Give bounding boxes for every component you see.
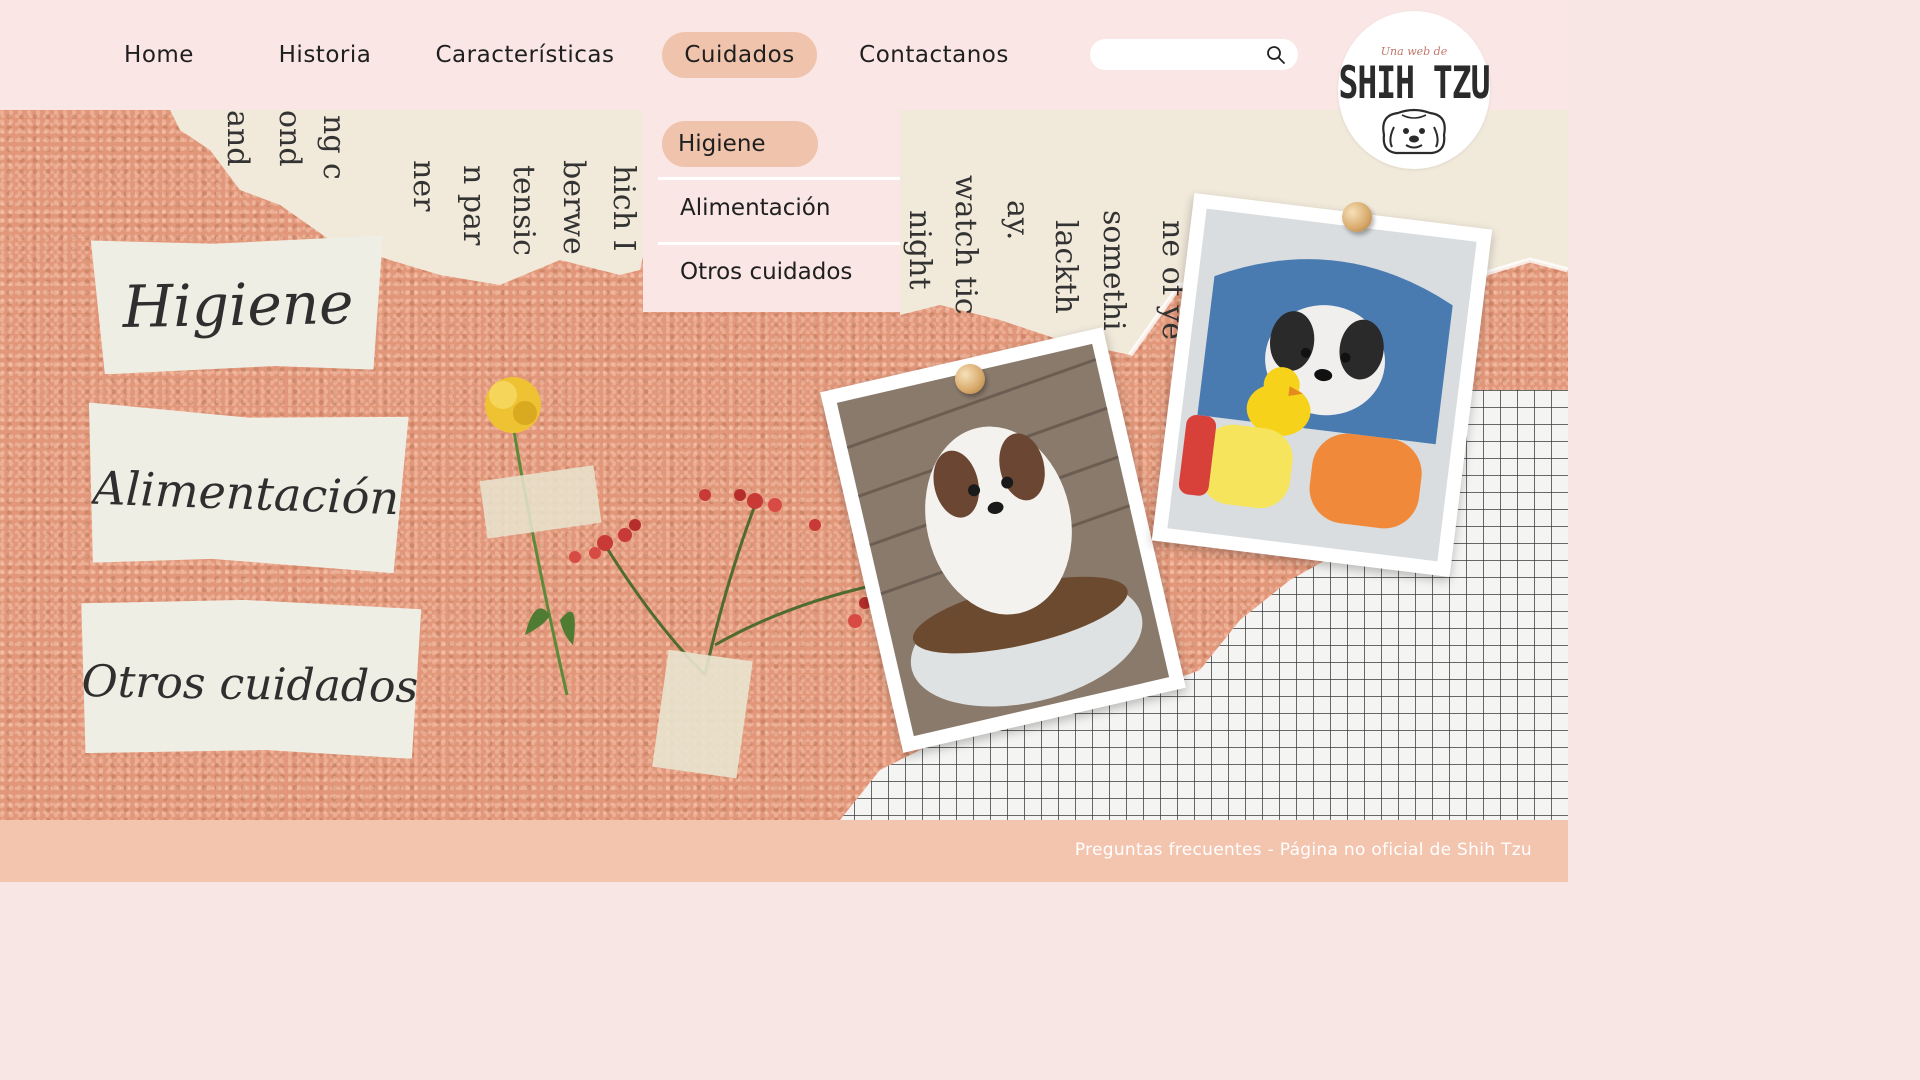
newspaper-text-right: night watch tic ay. lackth somethi [900, 170, 1140, 360]
newspaper-word: watch tic [948, 175, 983, 315]
search-icon[interactable] [1266, 45, 1286, 65]
newspaper-word: ng c [316, 115, 351, 180]
newspaper-word: hich I [606, 165, 641, 252]
dropdown-item-otros-cuidados[interactable]: Otros cuidados [660, 249, 900, 295]
newspaper-word: n par [456, 165, 491, 246]
label-alimentacion[interactable]: Alimentación [83, 402, 408, 573]
newspaper-word: berwe [556, 160, 591, 255]
dropdown-item-alimentacion[interactable]: Alimentación [660, 185, 900, 231]
nav-caracteristicas[interactable]: Características [418, 32, 632, 78]
newspaper-word: somethi [1096, 210, 1131, 331]
newspaper-word: and [220, 110, 255, 167]
newspaper-word: tensic [506, 165, 541, 256]
search-box [1090, 39, 1298, 70]
logo-brand: SHIH TZU [1338, 56, 1491, 109]
label-otros-cuidados[interactable]: Otros cuidados [79, 597, 422, 759]
newspaper-word: lackth [1048, 220, 1083, 314]
pin-icon [955, 364, 985, 394]
nav-home[interactable]: Home [104, 32, 214, 78]
shih-tzu-dog-icon [1382, 108, 1446, 155]
dropdown-divider [658, 177, 900, 180]
newspaper-word: ond [272, 110, 307, 167]
pin-icon [1342, 202, 1372, 232]
label-higiene[interactable]: Higiene [91, 235, 385, 374]
photo-puppy-in-towel [1151, 193, 1493, 577]
nav-historia[interactable]: Historia [262, 32, 388, 78]
footer: Preguntas frecuentes - Página no oficial… [0, 820, 1568, 882]
dropdown-divider [658, 242, 900, 245]
newspaper-word: ay. [1000, 200, 1035, 241]
puppy-towel-image [1167, 208, 1477, 562]
footer-text[interactable]: Preguntas frecuentes - Página no oficial… [1075, 840, 1532, 860]
newspaper-word: night [902, 210, 937, 290]
search-input[interactable] [1102, 43, 1266, 67]
site-logo[interactable]: Una web de SHIH TZU [1338, 11, 1490, 169]
cuidados-dropdown-menu: Higiene Alimentación Otros cuidados [643, 110, 900, 312]
newspaper-word: ner [406, 160, 441, 212]
top-navigation: Home Historia Características Cuidados C… [0, 0, 1568, 110]
nav-contactanos[interactable]: Contactanos [842, 32, 1026, 78]
dropdown-item-higiene[interactable]: Higiene [662, 121, 818, 167]
nav-cuidados[interactable]: Cuidados [662, 32, 817, 78]
